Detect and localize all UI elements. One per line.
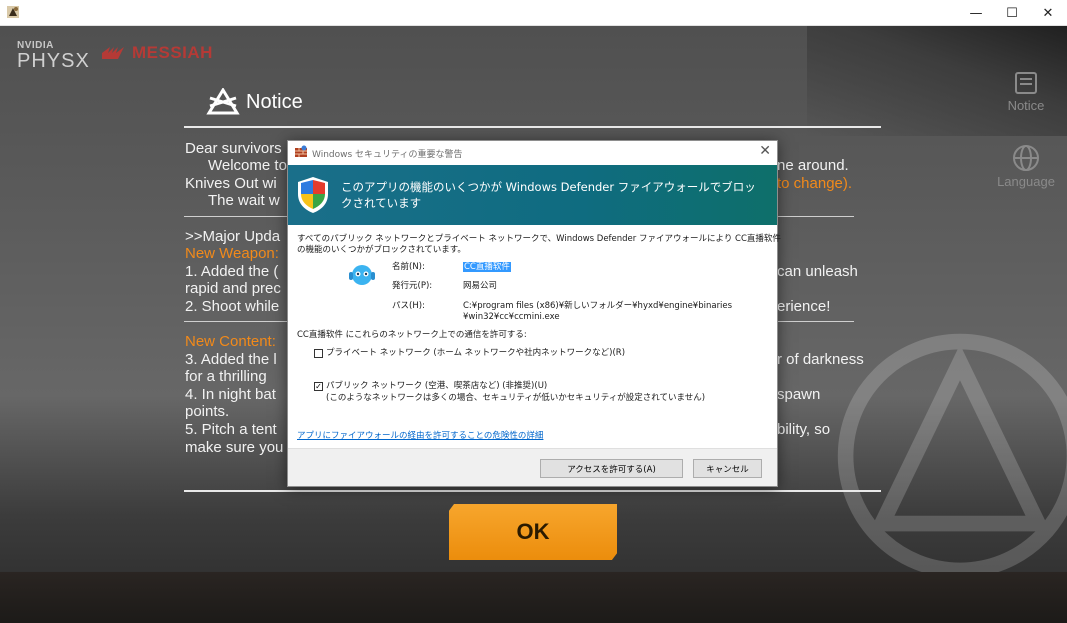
name-value-text: CC直播软件 — [463, 262, 511, 272]
app-icon — [7, 6, 19, 18]
ok-button[interactable]: OK — [449, 504, 617, 560]
cancel-button[interactable]: キャンセル — [693, 459, 762, 478]
path-label: パス(H): — [392, 301, 425, 311]
maximize-button[interactable]: ☐ — [994, 0, 1030, 26]
notice-icon — [1015, 72, 1037, 94]
notice-line: Welcome to — [208, 157, 287, 174]
messiah-logo: MESSIAH — [100, 43, 213, 63]
window-titlebar: — ☐ ✕ — [0, 0, 1067, 26]
publisher-label: 発行元(P): — [392, 281, 433, 291]
notice-line: Dear survivors — [185, 140, 282, 157]
path-value-line2: ¥win32¥cc¥ccmini.exe — [463, 312, 560, 322]
cc-app-icon — [349, 265, 375, 285]
firewall-risk-link[interactable]: アプリにファイアウォールの経由を許可することの危険性の詳細 — [297, 429, 543, 441]
notice-line: 2. Shoot while — [185, 298, 280, 315]
physx-logo: PHYSX — [17, 50, 90, 72]
notice-line: 3. Added the l — [185, 351, 277, 368]
firewall-icon — [295, 145, 307, 157]
private-network-label[interactable]: プライベート ネットワーク (ホーム ネットワークや社内ネットワークなど)(R) — [326, 348, 625, 359]
notice-line: Knives Out wi — [185, 175, 277, 192]
notice-divider-top — [184, 126, 881, 128]
side-menu-notice[interactable]: Notice — [993, 70, 1059, 113]
messiah-logo-text: MESSIAH — [132, 43, 213, 62]
dialog-description-line2: の機能のいくつかがブロックされています。 — [297, 245, 466, 255]
firewall-alert-dialog: Windows セキュリティの重要な警告 ✕ このアプリの機能のいくつかが Wi… — [287, 140, 781, 487]
name-label: 名前(N): — [392, 262, 425, 272]
allow-prompt: CC直播软件 にこれらのネットワーク上での通信を許可する: — [297, 330, 527, 340]
emblem-watermark-icon — [837, 333, 1067, 579]
notice-title: Notice — [246, 90, 303, 113]
dialog-title: Windows セキュリティの重要な警告 — [312, 150, 463, 160]
minimize-button[interactable]: — — [958, 0, 994, 26]
dialog-headline: このアプリの機能のいくつかが Windows Defender ファイアウォール… — [341, 180, 756, 210]
dialog-description-line1: すべてのパブリック ネットワークとプライベート ネットワークで、Windows … — [297, 234, 781, 244]
globe-icon — [1013, 145, 1039, 171]
notice-line: rapid and prec — [185, 280, 281, 297]
side-menu-notice-label: Notice — [1007, 98, 1045, 113]
notice-line: r of darkness — [777, 351, 864, 368]
notice-line: bility, so — [777, 421, 831, 438]
knives-out-emblem-icon — [206, 88, 240, 115]
notice-line: 1. Added the ( — [185, 263, 279, 280]
security-shield-icon — [298, 177, 328, 213]
notice-section-heading: New Weapon: — [185, 245, 279, 262]
dialog-titlebar: Windows セキュリティの重要な警告 ✕ — [288, 141, 777, 165]
public-network-checkbox[interactable]: ✓ — [314, 382, 323, 391]
dialog-banner: このアプリの機能のいくつかが Windows Defender ファイアウォール… — [288, 165, 777, 225]
close-button[interactable]: ✕ — [1030, 0, 1066, 26]
ground-decoration — [0, 572, 1067, 623]
notice-line: >>Major Upda — [185, 228, 281, 245]
notice-divider-bottom — [184, 490, 881, 492]
side-menu-language[interactable]: Language — [993, 144, 1059, 189]
notice-line: can unleash — [777, 263, 858, 280]
publisher-value: 网易公司 — [463, 281, 498, 291]
allow-access-button[interactable]: アクセスを許可する(A) — [540, 459, 683, 478]
notice-section-heading: New Content: — [185, 333, 276, 350]
dialog-close-button[interactable]: ✕ — [759, 143, 771, 159]
notice-line: 4. In night bat — [185, 386, 276, 403]
notice-line: 5. Pitch a tent — [185, 421, 277, 438]
notice-line: points. — [185, 403, 230, 420]
public-network-sublabel: (このようなネットワークは多くの場合、セキュリティが低いかセキュリティが設定され… — [326, 393, 706, 403]
notice-header: Notice — [206, 88, 303, 116]
name-value: CC直播软件 — [463, 262, 511, 273]
notice-line: for a thrilling — [185, 368, 267, 385]
messiah-emblem-icon — [102, 47, 124, 59]
notice-line: The wait w — [208, 192, 280, 209]
public-network-label[interactable]: パブリック ネットワーク (空港、喫茶店など) (非推奨)(U) — [326, 381, 547, 392]
notice-line: spawn — [777, 386, 821, 403]
path-value-line1: C:¥program files (x86)¥新しいフォルダー¥hyxd¥eng… — [463, 301, 733, 311]
notice-line-highlight: to change). — [777, 175, 853, 192]
notice-line: erience! — [777, 298, 831, 315]
notice-line: make sure you — [185, 439, 284, 456]
dialog-body: すべてのパブリック ネットワークとプライベート ネットワークで、Windows … — [288, 225, 781, 448]
dialog-footer: アクセスを許可する(A) キャンセル — [288, 448, 777, 486]
notice-line: ne around. — [777, 157, 849, 174]
side-menu-language-label: Language — [997, 174, 1055, 189]
private-network-checkbox[interactable] — [314, 349, 323, 358]
